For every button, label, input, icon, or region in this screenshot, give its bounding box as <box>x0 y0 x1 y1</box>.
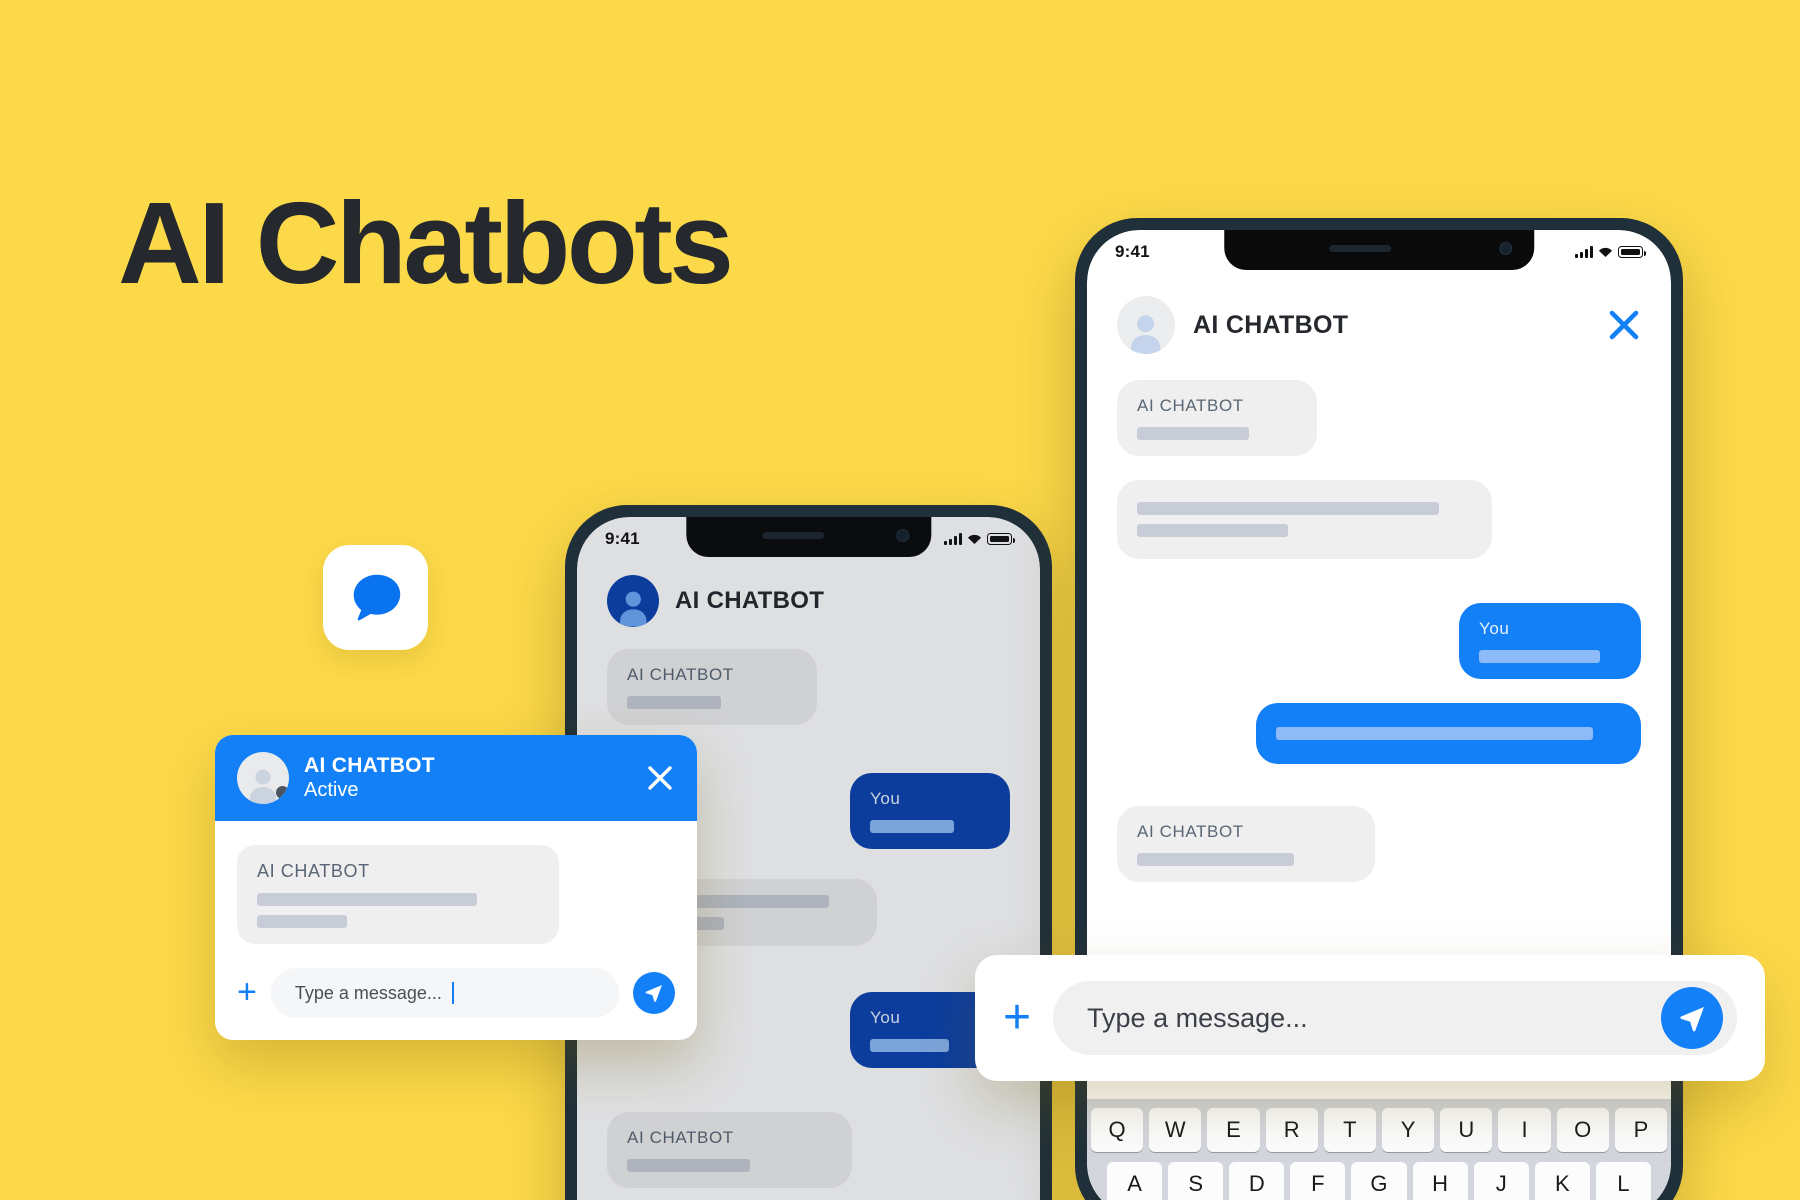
keyboard-key[interactable]: W <box>1149 1108 1202 1152</box>
keyboard-key[interactable]: R <box>1265 1108 1318 1152</box>
placeholder-line <box>1137 524 1288 537</box>
widget-header: AI CHATBOT Active <box>215 735 697 821</box>
floating-composer-bar: + Type a message... <box>975 955 1765 1081</box>
widget-message-list: AI CHATBOT <box>215 821 697 954</box>
bubble-sender-label: AI CHATBOT <box>627 665 734 684</box>
placeholder-line <box>1137 427 1249 440</box>
keyboard-key[interactable]: D <box>1229 1162 1285 1200</box>
message-input-placeholder: Type a message... <box>1087 1002 1308 1033</box>
bubble-sender-label: You <box>870 1008 901 1027</box>
keyboard-row-1: QWERTYUIOP <box>1090 1108 1668 1152</box>
keyboard-key[interactable]: G <box>1351 1162 1407 1200</box>
list-item: You <box>850 773 1010 849</box>
keyboard-key[interactable]: U <box>1440 1108 1493 1152</box>
placeholder-line <box>870 1039 950 1052</box>
page-title: AI Chatbots <box>118 178 734 308</box>
front-camera <box>896 529 910 542</box>
keyboard-key[interactable]: S <box>1168 1162 1224 1200</box>
plus-icon[interactable]: + <box>1003 994 1031 1041</box>
send-icon <box>1678 1004 1707 1033</box>
page-title: AI CHATBOT <box>675 587 825 614</box>
phone-notch <box>685 517 932 557</box>
text-caret <box>451 982 454 1004</box>
earpiece-speaker <box>762 532 825 539</box>
chat-app-badge[interactable] <box>323 545 428 650</box>
keyboard-key[interactable]: L <box>1595 1162 1651 1200</box>
on-screen-keyboard[interactable]: QWERTYUIOP ASDFGHJKL <box>1087 1099 1671 1200</box>
list-item: AI CHATBOT <box>607 649 817 725</box>
earpiece-speaker <box>1329 245 1392 252</box>
page-title: AI CHATBOT <box>1193 310 1349 339</box>
plus-icon[interactable]: + <box>237 975 257 1009</box>
message-input-value: Type a message... <box>294 982 442 1003</box>
bubble-sender-label: AI CHATBOT <box>257 861 370 881</box>
bubble-sender-label: AI CHATBOT <box>627 1128 734 1147</box>
placeholder-line <box>1137 502 1439 515</box>
send-icon <box>644 983 664 1003</box>
placeholder-line <box>870 820 954 833</box>
keyboard-key[interactable]: I <box>1498 1108 1551 1152</box>
phone-notch <box>1224 230 1534 270</box>
placeholder-line <box>1276 727 1594 740</box>
keyboard-key[interactable]: O <box>1556 1108 1609 1152</box>
placeholder-line <box>257 893 477 906</box>
signal-bars-icon <box>944 533 962 545</box>
signal-bars-icon <box>1575 246 1593 258</box>
placeholder-line <box>1137 853 1294 866</box>
widget-composer: + Type a message... <box>215 954 697 1040</box>
message-list-right: AI CHATBOT You AI CHATBOT <box>1087 380 1671 882</box>
keyboard-key[interactable]: E <box>1207 1108 1260 1152</box>
front-camera <box>1498 242 1512 255</box>
avatar <box>237 752 289 804</box>
wifi-icon <box>1598 246 1613 258</box>
bubble-sender-label: AI CHATBOT <box>1137 822 1244 841</box>
keyboard-key[interactable]: Q <box>1090 1108 1144 1152</box>
list-item <box>1256 703 1641 764</box>
placeholder-line <box>627 696 721 709</box>
status-time: 9:41 <box>1115 242 1150 261</box>
battery-icon <box>987 533 1015 545</box>
keyboard-key[interactable]: A <box>1107 1162 1163 1200</box>
avatar <box>1117 296 1175 354</box>
close-icon[interactable] <box>1607 308 1641 342</box>
bubble-sender-label: AI CHATBOT <box>1137 396 1244 415</box>
widget-title: AI CHATBOT <box>304 753 435 777</box>
close-icon[interactable] <box>645 763 675 793</box>
list-item: AI CHATBOT <box>1117 380 1317 456</box>
avatar <box>607 575 659 627</box>
poster-canvas: AI Chatbots 9:41 AI CHATBOT AI CHATBOT Y… <box>0 0 1800 1200</box>
widget-status-text: Active <box>304 779 359 802</box>
chat-bubble-icon <box>345 567 407 629</box>
keyboard-key[interactable]: T <box>1323 1108 1376 1152</box>
chat-widget-card: AI CHATBOT Active AI CHATBOT + Type a me… <box>215 735 697 1040</box>
message-input[interactable]: Type a message... <box>270 968 619 1018</box>
list-item <box>1117 480 1492 559</box>
keyboard-key[interactable]: K <box>1534 1162 1590 1200</box>
wifi-icon <box>967 533 982 545</box>
keyboard-row-2: ASDFGHJKL <box>1091 1162 1667 1200</box>
keyboard-key[interactable]: Y <box>1382 1108 1435 1152</box>
battery-icon <box>1618 246 1646 258</box>
message-input[interactable]: Type a message... <box>1053 981 1737 1055</box>
keyboard-key[interactable]: F <box>1290 1162 1346 1200</box>
bubble-sender-label: You <box>870 789 901 808</box>
bubble-sender-label: You <box>1479 619 1510 638</box>
placeholder-line <box>257 915 348 928</box>
status-badge <box>276 786 289 799</box>
chat-header-right: AI CHATBOT <box>1087 296 1671 354</box>
placeholder-line <box>1479 650 1600 663</box>
keyboard-key[interactable]: H <box>1412 1162 1468 1200</box>
chat-header-middle: AI CHATBOT <box>577 575 1040 627</box>
keyboard-key[interactable]: P <box>1614 1108 1668 1152</box>
send-button[interactable] <box>633 972 675 1014</box>
status-time: 9:41 <box>605 529 640 548</box>
list-item: AI CHATBOT <box>1117 806 1375 882</box>
keyboard-key[interactable]: J <box>1473 1162 1529 1200</box>
send-button[interactable] <box>1661 987 1723 1049</box>
placeholder-line <box>627 1159 750 1172</box>
list-item: AI CHATBOT <box>607 1112 852 1188</box>
list-item: AI CHATBOT <box>237 845 559 944</box>
list-item: You <box>1459 603 1641 679</box>
